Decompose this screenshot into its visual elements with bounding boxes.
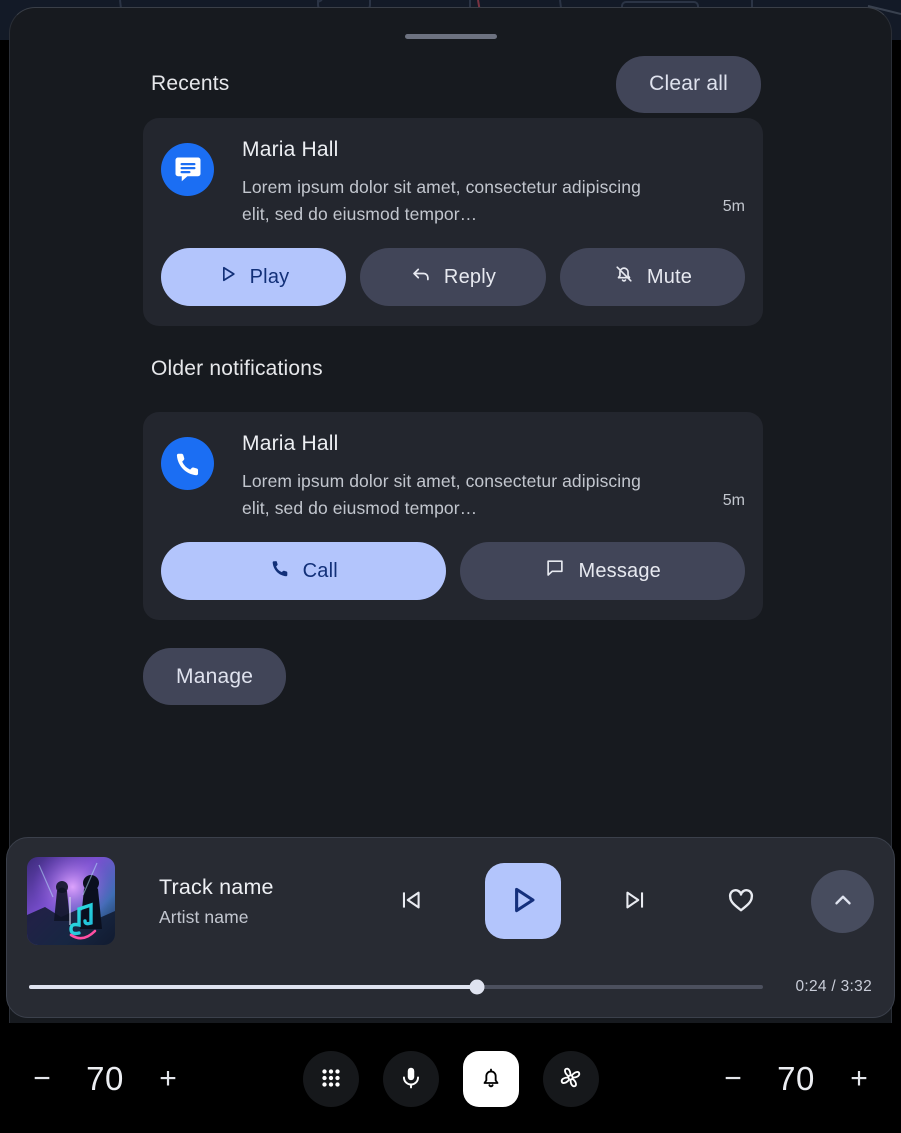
notification-card[interactable]: Maria Hall Lorem ipsum dolor sit amet, c… [143,412,763,620]
notification-header: Maria Hall Lorem ipsum dolor sit amet, c… [161,136,745,228]
play-icon [218,264,238,290]
play-pause-button[interactable] [485,863,561,939]
fan-icon [557,1064,584,1094]
mute-action-button[interactable]: Mute [559,248,745,306]
clear-all-button[interactable]: Clear all [616,55,761,113]
progress-slider[interactable] [29,979,764,995]
heart-icon [726,885,756,918]
automotive-screen: Recents Clear all Maria Hall Lorem ipsum… [0,0,901,1133]
play-action-button[interactable]: Play [161,248,346,306]
media-player-main-row: Track name Artist name [7,838,894,964]
older-notifications-header-row: Older notifications [10,326,891,412]
message-action-button[interactable]: Message [460,542,745,600]
media-player-card[interactable]: Track name Artist name 0:24 / 3:32 [6,837,895,1018]
bell-off-icon [613,263,635,291]
apps-grid-icon [318,1065,344,1094]
older-notifications-title: Older notifications [151,357,323,380]
notification-sender: Maria Hall [242,138,339,161]
recents-title: Recents [151,72,230,95]
track-name: Track name [159,874,274,899]
play-icon [506,883,540,920]
bottom-bar-center-buttons [302,1051,599,1107]
right-volume-group: − 70 + [707,1053,885,1105]
recents-header-row: Recents Clear all [10,54,891,114]
microphone-icon [398,1065,424,1094]
bottom-system-bar: − 70 + − 70 + [0,1025,901,1133]
manage-row: Manage [10,620,891,705]
reply-action-label: Reply [443,265,497,288]
left-volume-increase-button[interactable]: + [142,1053,194,1105]
artist-name: Artist name [159,906,249,927]
skip-previous-icon [398,887,424,916]
media-time-label: 0:24 / 3:32 [795,978,872,995]
progress-thumb[interactable] [469,979,485,995]
mute-action-label: Mute [646,265,693,288]
skip-next-button[interactable] [609,875,661,927]
notification-text-block: Maria Hall Lorem ipsum dolor sit amet, c… [214,136,713,228]
left-volume-decrease-button[interactable]: − [16,1053,68,1105]
play-action-label: Play [249,265,290,288]
notification-text-block: Maria Hall Lorem ipsum dolor sit amet, c… [214,430,713,522]
notification-timestamp: 5m [722,492,745,509]
bell-icon [478,1065,504,1094]
climate-fan-button[interactable] [542,1051,599,1107]
right-volume-decrease-button[interactable]: − [707,1053,759,1105]
notification-actions: Play Reply Mute [161,248,745,306]
reply-action-button[interactable]: Reply [360,248,546,306]
notifications-button[interactable] [462,1051,519,1107]
notification-sender: Maria Hall [242,432,339,455]
media-controls [385,863,874,939]
message-icon [544,557,566,585]
manage-button[interactable]: Manage [143,648,287,705]
notification-body: Lorem ipsum dolor sit amet, consectetur … [242,177,641,224]
call-action-button[interactable]: Call [161,542,447,600]
notification-card[interactable]: Maria Hall Lorem ipsum dolor sit amet, c… [143,118,763,326]
notification-header: Maria Hall Lorem ipsum dolor sit amet, c… [161,430,745,522]
shade-drag-handle[interactable] [404,34,497,39]
notification-body: Lorem ipsum dolor sit amet, consectetur … [242,471,641,518]
left-volume-group: − 70 + [16,1053,194,1105]
album-art [27,857,115,945]
right-volume-value: 70 [777,1060,815,1097]
notification-actions: Call Message [161,542,745,600]
right-volume-increase-button[interactable]: + [833,1053,885,1105]
reply-icon [410,263,432,291]
phone-app-icon [161,437,214,490]
message-action-label: Message [578,559,662,582]
shade-content: Recents Clear all Maria Hall Lorem ipsum… [10,54,891,705]
microphone-button[interactable] [382,1051,439,1107]
favorite-button[interactable] [713,873,769,929]
call-action-label: Call [302,559,338,582]
notification-timestamp: 5m [722,198,745,215]
phone-icon [270,558,291,585]
expand-player-button[interactable] [811,869,874,933]
skip-next-icon [622,887,648,916]
message-app-icon [161,143,214,196]
skip-previous-button[interactable] [385,875,437,927]
left-volume-value: 70 [86,1060,124,1097]
media-progress-row: 0:24 / 3:32 [7,964,894,1010]
progress-fill [29,985,477,989]
apps-grid-button[interactable] [302,1051,359,1107]
media-metadata: Track name Artist name [115,875,385,928]
chevron-up-icon [830,887,856,916]
